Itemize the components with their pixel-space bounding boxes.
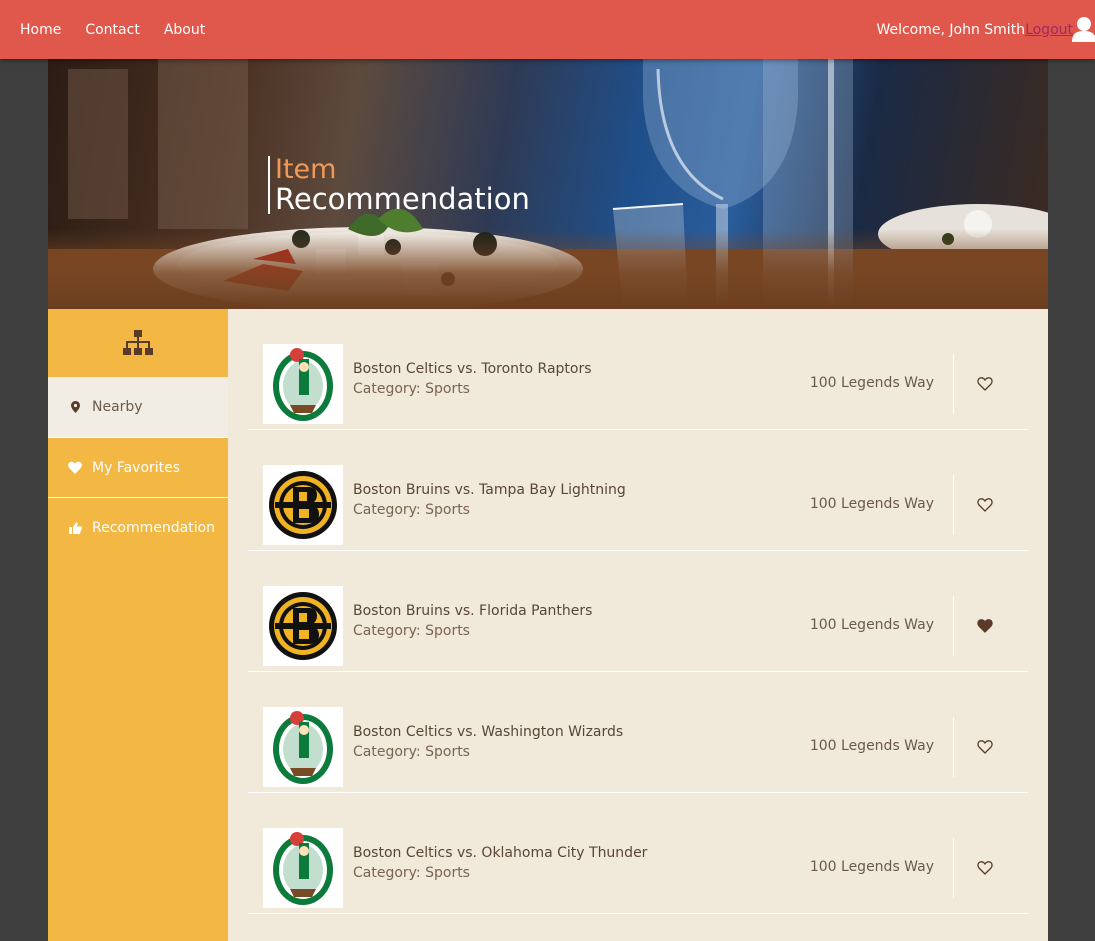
item-name[interactable]: Boston Celtics vs. Oklahoma City Thunder — [353, 845, 647, 861]
sitemap-icon — [123, 330, 153, 355]
item-name[interactable]: Boston Celtics vs. Washington Wizards — [353, 724, 623, 740]
item-category: Category: Sports — [353, 502, 470, 518]
sidebar-item-label: Nearby — [92, 399, 143, 415]
item-name[interactable]: Boston Celtics vs. Toronto Raptors — [353, 361, 592, 377]
item-address: 100 Legends Way — [809, 738, 934, 754]
item-image — [263, 828, 343, 908]
sidebar-item-nearby[interactable]: Nearby — [48, 377, 228, 437]
sidebar-item-recommendation[interactable]: Recommendation — [48, 497, 228, 557]
bruins-logo-icon — [269, 471, 337, 539]
item-list: Boston Celtics vs. Toronto Raptors Categ… — [228, 309, 1048, 941]
nav-links: Home Contact About — [20, 0, 205, 59]
welcome-text: Welcome, John Smith — [876, 21, 1026, 38]
item-category: Category: Sports — [353, 744, 470, 760]
item-name[interactable]: Boston Bruins vs. Florida Panthers — [353, 603, 592, 619]
celtics-logo-icon — [273, 348, 333, 421]
sidebar-item-my-favorites[interactable]: My Favorites — [48, 437, 228, 497]
hero-title-line1: Item — [275, 154, 337, 185]
item-category: Category: Sports — [353, 381, 470, 397]
favorite-heart-outline-icon[interactable] — [977, 739, 993, 755]
sidebar: Nearby My Favorites Recommendation — [48, 309, 228, 941]
bruins-logo-icon — [269, 592, 337, 660]
favorite-heart-outline-icon[interactable] — [977, 860, 993, 876]
user-icon[interactable] — [1071, 16, 1095, 42]
item-address: 100 Legends Way — [809, 617, 934, 633]
item-image — [263, 465, 343, 545]
divider — [953, 475, 954, 535]
divider — [953, 717, 954, 777]
item-address: 100 Legends Way — [809, 496, 934, 512]
sidebar-item-label: My Favorites — [92, 459, 181, 476]
favorite-heart-outline-icon[interactable] — [977, 497, 993, 513]
list-item[interactable]: Boston Bruins vs. Tampa Bay Lightning Ca… — [248, 430, 1028, 551]
item-image — [263, 707, 343, 787]
celtics-logo-icon — [273, 832, 333, 905]
thumbs-up-icon — [66, 521, 84, 534]
nav-contact-link[interactable]: Contact — [85, 22, 139, 38]
list-item[interactable]: Boston Celtics vs. Oklahoma City Thunder… — [248, 793, 1028, 914]
divider — [953, 596, 954, 656]
list-item[interactable]: Boston Bruins vs. Florida Panthers Categ… — [248, 551, 1028, 672]
item-address: 100 Legends Way — [809, 859, 934, 875]
top-nav-bar: Home Contact About Welcome, John Smith Lo… — [0, 0, 1095, 59]
item-category: Category: Sports — [353, 623, 470, 639]
list-item[interactable]: Boston Celtics vs. Washington Wizards Ca… — [248, 672, 1028, 793]
nav-about-link[interactable]: About — [164, 22, 205, 38]
item-category: Category: Sports — [353, 865, 470, 881]
divider — [953, 354, 954, 414]
hero-title: Item Recommendation — [268, 156, 530, 214]
page-container: Item Recommendation Nearby My Favorites … — [48, 59, 1048, 941]
sidebar-header — [48, 309, 228, 377]
map-pin-icon — [66, 401, 84, 413]
favorite-heart-outline-icon[interactable] — [977, 376, 993, 392]
nav-home-link[interactable]: Home — [20, 22, 61, 38]
celtics-logo-icon — [273, 711, 333, 784]
hero-title-line2: Recommendation — [275, 182, 530, 216]
item-image — [263, 344, 343, 424]
list-item[interactable]: Boston Celtics vs. Toronto Raptors Categ… — [248, 309, 1028, 430]
item-image — [263, 586, 343, 666]
welcome-area: Welcome, John Smith Logout — [876, 0, 1073, 59]
favorite-heart-filled-icon[interactable] — [977, 618, 993, 634]
hero-banner: Item Recommendation — [48, 59, 1048, 309]
logout-link[interactable]: Logout — [1025, 22, 1073, 38]
sidebar-item-label: Recommendation — [92, 519, 216, 536]
item-name[interactable]: Boston Bruins vs. Tampa Bay Lightning — [353, 482, 626, 498]
item-address: 100 Legends Way — [809, 375, 934, 391]
divider — [953, 838, 954, 898]
heart-icon — [66, 461, 84, 474]
hero-shade — [48, 229, 1048, 309]
